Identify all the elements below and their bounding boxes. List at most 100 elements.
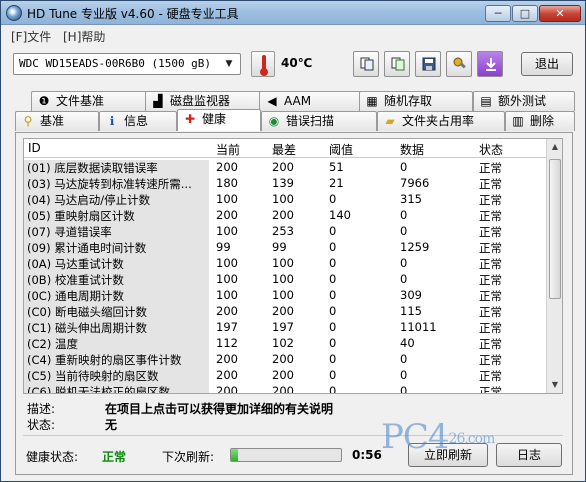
column-header-current[interactable]: 当前 [216, 141, 240, 158]
benchmark-icon: ⚲ [23, 114, 33, 128]
copy-all-button[interactable] [384, 51, 410, 77]
status-label: 状态: [27, 418, 56, 432]
cell-current: 200 [216, 160, 238, 174]
tab-error-scan[interactable]: ◉ 错误扫描 [261, 111, 377, 131]
tab-info[interactable]: ℹ 信息 [99, 111, 177, 131]
exit-button[interactable]: 退出 [521, 52, 573, 76]
log-button[interactable]: 日志 [496, 443, 562, 467]
table-row[interactable]: (05) 重映射扇区计数 200 200 140 0 正常 [24, 207, 548, 224]
tab-label: 文件夹占用率 [402, 114, 475, 128]
cell-status: 正常 [479, 177, 502, 191]
cell-threshold: 0 [329, 304, 337, 318]
health-status-value: 正常 [102, 450, 127, 464]
title-bar[interactable]: HD Tune 专业版 v4.60 - 硬盘专业工具 ─ □ ✕ [1, 1, 585, 25]
cell-data: 40 [400, 336, 415, 350]
cell-threshold: 0 [329, 256, 337, 270]
column-header-id[interactable]: ID [28, 141, 41, 155]
tab-disk-monitor[interactable]: ▟ 磁盘监视器 [145, 91, 269, 111]
refresh-progress-fill [231, 449, 238, 461]
tab-erase[interactable]: ▥ 删除 [505, 111, 575, 131]
tab-label: 文件基准 [56, 94, 105, 108]
maximize-button[interactable]: □ [512, 5, 538, 22]
table-row[interactable]: (C6) 脱机无法校正的扇区数 200 200 0 0 正常 [24, 383, 548, 393]
table-row[interactable]: (C0) 断电磁头缩回计数 200 200 0 115 正常 [24, 303, 548, 320]
info-icon: ℹ [109, 114, 115, 128]
cell-current: 200 [216, 304, 238, 318]
tab-bar: ❶ 文件基准 ▟ 磁盘监视器 ◀ AAM ▦ 随机存取 ▤ 额外测试 ⚲ 基准 … [15, 91, 575, 133]
column-header-data[interactable]: 数据 [400, 141, 424, 158]
table-row[interactable]: (0C) 通电周期计数 100 100 0 309 正常 [24, 287, 548, 304]
cell-worst: 200 [272, 208, 294, 222]
cell-current: 100 [216, 224, 238, 238]
cell-data: 1259 [400, 240, 430, 254]
drive-select[interactable]: WDC WD15EADS-00R6B0 (1500 gB) ▼ [13, 53, 241, 75]
cell-threshold: 0 [329, 272, 337, 286]
tab-extra-tests[interactable]: ▤ 额外测试 [473, 91, 575, 111]
table-row[interactable]: (03) 马达旋转到标准转速所需... 180 139 21 7966 正常 [24, 175, 548, 192]
cell-data: 0 [400, 224, 408, 238]
cell-id: (07) 寻道错误率 [24, 224, 209, 240]
vertical-scrollbar[interactable]: ▲ ▼ [546, 139, 562, 393]
tab-random-access[interactable]: ▦ 随机存取 [359, 91, 473, 111]
table-row[interactable]: (C4) 重新映射的扇区事件计数 200 200 0 0 正常 [24, 351, 548, 368]
cell-status: 正常 [479, 161, 502, 175]
cell-id: (C6) 脱机无法校正的扇区数 [24, 384, 209, 393]
cell-worst: 100 [272, 288, 294, 302]
cell-data: 315 [400, 192, 422, 206]
tab-file-benchmark[interactable]: ❶ 文件基准 [31, 91, 163, 111]
disk-monitor-icon: ▟ [153, 94, 163, 108]
cell-data: 0 [400, 160, 408, 174]
menu-help[interactable]: [H]帮助 [63, 28, 105, 45]
tab-label: 删除 [530, 114, 555, 128]
health-panel: ID 当前 最差 阈值 数据 状态 (01) 底层数据读取错误率 200 200 51… [15, 132, 573, 475]
table-row[interactable]: (0B) 校准重试计数 100 100 0 0 正常 [24, 271, 548, 288]
table-row[interactable]: (04) 马达启动/停止计数 100 100 0 315 正常 [24, 191, 548, 208]
table-row[interactable]: (09) 累计通电时间计数 99 99 0 1259 正常 [24, 239, 548, 256]
save-button[interactable] [415, 51, 441, 77]
column-header-threshold[interactable]: 阈值 [329, 141, 353, 158]
menu-file[interactable]: [F]文件 [11, 28, 51, 45]
cell-data: 0 [400, 352, 408, 366]
column-header-status[interactable]: 状态 [479, 141, 503, 158]
copy-all-icon [391, 57, 405, 71]
table-row[interactable]: (07) 寻道错误率 100 253 0 0 正常 [24, 223, 548, 240]
cell-data: 0 [400, 208, 408, 222]
download-button[interactable] [477, 51, 503, 77]
thermometer-icon [251, 51, 275, 77]
tab-benchmark[interactable]: ⚲ 基准 [15, 111, 99, 131]
refresh-now-button[interactable]: 立即刷新 [408, 443, 488, 467]
options-button[interactable] [446, 51, 472, 77]
scroll-down-icon[interactable]: ▼ [547, 377, 562, 393]
cell-data: 7966 [400, 176, 430, 190]
scroll-up-icon[interactable]: ▲ [547, 139, 562, 155]
column-header-worst[interactable]: 最差 [272, 141, 296, 158]
cell-current: 200 [216, 208, 238, 222]
folder-usage-icon: ▰ [385, 114, 395, 128]
minimize-button[interactable]: ─ [485, 5, 511, 22]
cell-threshold: 0 [329, 288, 337, 302]
cell-id: (0B) 校准重试计数 [24, 272, 209, 288]
table-row[interactable]: (C5) 当前待映射的扇区数 200 200 0 0 正常 [24, 367, 548, 384]
file-benchmark-icon: ❶ [38, 94, 50, 108]
scroll-thumb[interactable] [549, 159, 561, 299]
tab-folder-usage[interactable]: ▰ 文件夹占用率 [377, 111, 505, 131]
cell-id: (C4) 重新映射的扇区事件计数 [24, 352, 209, 368]
table-row[interactable]: (C1) 磁头伸出周期计数 197 197 0 11011 正常 [24, 319, 548, 336]
toolbar: WDC WD15EADS-00R6B0 (1500 gB) ▼ 40℃ 退出 [1, 45, 585, 87]
cell-status: 正常 [479, 273, 502, 287]
cell-threshold: 0 [329, 352, 337, 366]
temperature-readout: 40℃ [281, 56, 313, 70]
table-row[interactable]: (0A) 马达重试计数 100 100 0 0 正常 [24, 255, 548, 272]
table-row[interactable]: (C2) 温度 112 102 0 40 正常 [24, 335, 548, 352]
tab-health[interactable]: ✚ 健康 [177, 109, 261, 131]
copy-button[interactable] [353, 51, 379, 77]
close-button[interactable]: ✕ [539, 5, 581, 22]
cell-status: 正常 [479, 321, 502, 335]
copy-icon [360, 57, 374, 71]
table-row[interactable]: (01) 底层数据读取错误率 200 200 51 0 正常 [24, 159, 548, 176]
cell-id: (03) 马达旋转到标准转速所需... [24, 176, 209, 192]
cell-worst: 99 [272, 240, 287, 254]
tab-aam[interactable]: ◀ AAM [259, 91, 365, 111]
cell-threshold: 0 [329, 368, 337, 382]
cell-current: 100 [216, 272, 238, 286]
